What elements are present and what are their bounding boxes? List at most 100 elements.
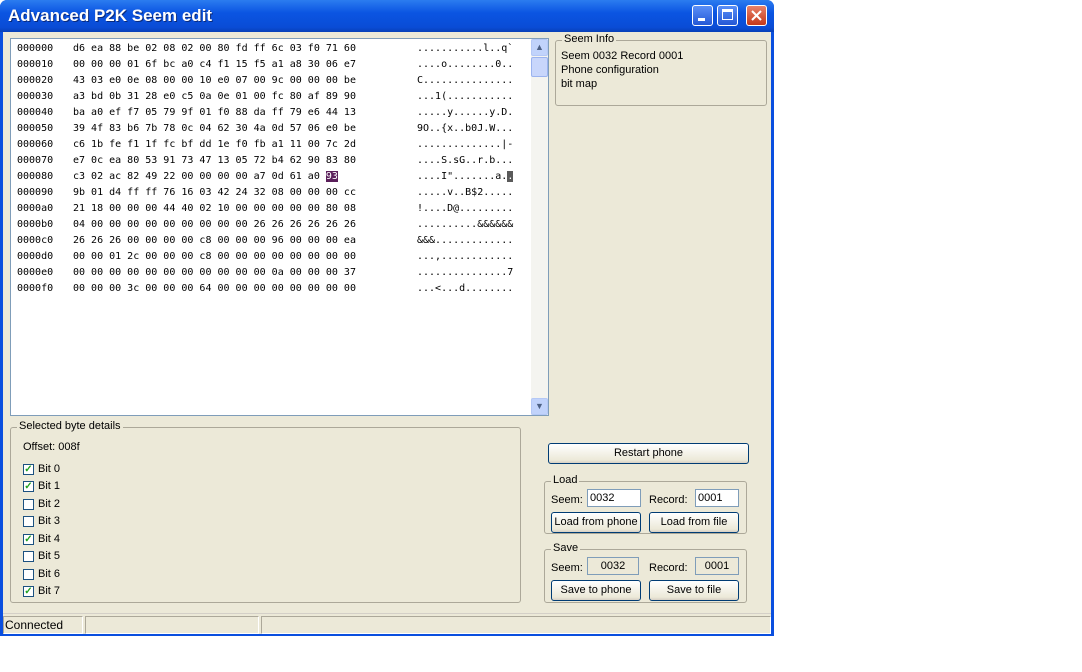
scroll-down-button[interactable]: ▼	[531, 398, 548, 415]
hex-offset: 0000c0	[17, 235, 54, 246]
chevron-down-icon: ▼	[535, 401, 544, 411]
maximize-icon	[722, 9, 733, 20]
hex-bytes[interactable]: 39 4f 83 b6 7b 78 0c 04 62 30 4a 0d 57 0…	[73, 121, 413, 137]
vertical-scrollbar[interactable]: ▲ ▼	[531, 39, 548, 415]
hex-ascii[interactable]: !....D@.........	[417, 201, 537, 217]
load-from-file-button[interactable]: Load from file	[649, 512, 739, 533]
checkbox-box[interactable]: ✓	[23, 481, 34, 492]
hex-bytes[interactable]: 26 26 26 00 00 00 00 c8 00 00 00 96 00 0…	[73, 233, 413, 249]
bit-label: Bit 0	[38, 463, 61, 475]
seem-info-group: Seem Info Seem 0032 Record 0001 Phone co…	[555, 33, 767, 106]
hex-ascii[interactable]: ...,............	[417, 249, 537, 265]
seem-info-line: Seem 0032 Record 0001	[561, 50, 684, 62]
hex-offset: 000030	[17, 91, 54, 102]
hex-ascii[interactable]: ..............|-	[417, 137, 537, 153]
hex-bytes[interactable]: 43 03 e0 0e 08 00 00 10 e0 07 00 9c 00 0…	[73, 73, 413, 89]
hex-offset: 000020	[17, 75, 54, 86]
load-record-label: Record:	[649, 494, 688, 506]
hex-offset: 000070	[17, 155, 54, 166]
selected-byte-details-group: Selected byte details Offset: 008f ✓ Bit …	[10, 420, 521, 603]
hex-ascii[interactable]: ...............7	[417, 265, 537, 281]
hex-offset: 000040	[17, 107, 54, 118]
window-title: Advanced P2K Seem edit	[8, 6, 213, 25]
hex-offset: 0000e0	[17, 267, 54, 278]
close-button[interactable]	[746, 5, 767, 26]
load-title: Load	[551, 474, 580, 486]
hex-ascii[interactable]: &&&.............	[417, 233, 537, 249]
checkbox-box[interactable]: ✓	[23, 464, 34, 475]
hex-ascii[interactable]: C...............	[417, 73, 537, 89]
load-from-phone-button[interactable]: Load from phone	[551, 512, 641, 533]
hex-bytes[interactable]: c3 02 ac 82 49 22 00 00 00 00 a7 0d 61 a…	[73, 169, 413, 185]
bit-label: Bit 4	[38, 533, 61, 545]
checkbox-box[interactable]	[23, 516, 34, 527]
scroll-up-button[interactable]: ▲	[531, 39, 548, 56]
minimize-button[interactable]	[692, 5, 713, 26]
save-to-phone-button[interactable]: Save to phone	[551, 580, 641, 601]
hex-bytes[interactable]: ba a0 ef f7 05 79 9f 01 f0 88 da ff 79 e…	[73, 105, 413, 121]
hex-bytes[interactable]: 00 00 01 2c 00 00 00 c8 00 00 00 00 00 0…	[73, 249, 413, 265]
hex-ascii[interactable]: ...1(...........	[417, 89, 537, 105]
load-group: Load Seem: 0032 Record: 0001 Load from p…	[544, 474, 747, 534]
hex-ascii[interactable]: ....S.sG..r.b...	[417, 153, 537, 169]
selected-byte-details-title: Selected byte details	[17, 420, 123, 432]
seem-info-title: Seem Info	[562, 33, 617, 45]
hex-ascii[interactable]: .....y......y.D.	[417, 105, 537, 121]
hex-bytes[interactable]: a3 bd 0b 31 28 e0 c5 0a 0e 01 00 fc 80 a…	[73, 89, 413, 105]
hex-bytes[interactable]: e7 0c ea 80 53 91 73 47 13 05 72 b4 62 9…	[73, 153, 413, 169]
bit-label: Bit 5	[38, 550, 61, 562]
bit-label: Bit 3	[38, 515, 61, 527]
hex-ascii[interactable]: ...<...d........	[417, 281, 537, 297]
checkbox-box[interactable]	[23, 499, 34, 510]
bit-label: Bit 1	[38, 480, 61, 492]
hex-bytes[interactable]: 9b 01 d4 ff ff 76 16 03 42 24 32 08 00 0…	[73, 185, 413, 201]
status-pane-2	[85, 616, 259, 634]
save-record-label: Record:	[649, 562, 688, 574]
scroll-thumb[interactable]	[531, 57, 548, 77]
title-bar[interactable]: Advanced P2K Seem edit	[0, 0, 774, 32]
checkbox-box[interactable]: ✓	[23, 534, 34, 545]
selected-byte[interactable]: 93	[325, 171, 338, 182]
status-bar: Connected	[3, 613, 771, 634]
restart-phone-button[interactable]: Restart phone	[548, 443, 749, 464]
maximize-button[interactable]	[717, 5, 738, 26]
hex-editor[interactable]: 000000 d6 ea 88 be 02 08 02 00 80 fd ff 6…	[10, 38, 549, 416]
hex-bytes[interactable]: 00 00 00 01 6f bc a0 c4 f1 15 f5 a1 a8 3…	[73, 57, 413, 73]
load-seem-input[interactable]: 0032	[587, 489, 641, 507]
hex-bytes[interactable]: c6 1b fe f1 1f fc bf dd 1e f0 fb a1 11 0…	[73, 137, 413, 153]
hex-bytes[interactable]: 21 18 00 00 00 44 40 02 10 00 00 00 00 0…	[73, 201, 413, 217]
client-area: 000000 d6 ea 88 be 02 08 02 00 80 fd ff 6…	[3, 32, 771, 634]
save-title: Save	[551, 542, 581, 554]
hex-ascii[interactable]: ...........l..q`	[417, 41, 537, 57]
hex-offset: 000060	[17, 139, 54, 150]
hex-ascii[interactable]: ..........&&&&&&	[417, 217, 537, 233]
hex-bytes[interactable]: 04 00 00 00 00 00 00 00 00 00 26 26 26 2…	[73, 217, 413, 233]
seem-info-line: bit map	[561, 78, 598, 90]
hex-offset: 000080	[17, 171, 54, 182]
save-group: Save Seem: 0032 Record: 0001 Save to pho…	[544, 542, 747, 603]
hex-offset: 000010	[17, 59, 54, 70]
hex-offset: 0000a0	[17, 203, 54, 214]
save-to-file-button[interactable]: Save to file	[649, 580, 739, 601]
checkbox-box[interactable]	[23, 551, 34, 562]
bit-label: Bit 2	[38, 498, 61, 510]
hex-ascii[interactable]: 9O..{x..b0J.W...	[417, 121, 537, 137]
hex-ascii[interactable]: .....v..B$2.....	[417, 185, 537, 201]
seem-info-line: Phone configuration	[561, 64, 659, 76]
bit-label: Bit 7	[38, 585, 61, 597]
save-seem-label: Seem:	[551, 562, 583, 574]
checkbox-box[interactable]: ✓	[23, 586, 34, 597]
hex-bytes[interactable]: d6 ea 88 be 02 08 02 00 80 fd ff 6c 03 f…	[73, 41, 413, 57]
hex-ascii[interactable]: ....I".......a..	[417, 169, 537, 185]
minimize-icon	[698, 18, 705, 21]
hex-ascii[interactable]: ....o........0..	[417, 57, 537, 73]
checkbox-box[interactable]	[23, 569, 34, 580]
hex-bytes[interactable]: 00 00 00 3c 00 00 00 64 00 00 00 00 00 0…	[73, 281, 413, 297]
status-pane-3	[261, 616, 771, 634]
hex-ascii-text: ....I".......a.	[417, 171, 508, 182]
load-record-input[interactable]: 0001	[695, 489, 739, 507]
app-window: Advanced P2K Seem edit 000000 d6 ea 88 be…	[0, 0, 774, 636]
close-icon	[751, 10, 762, 21]
selected-ascii-char[interactable]: .	[507, 171, 514, 182]
hex-bytes[interactable]: 00 00 00 00 00 00 00 00 00 00 00 0a 00 0…	[73, 265, 413, 281]
